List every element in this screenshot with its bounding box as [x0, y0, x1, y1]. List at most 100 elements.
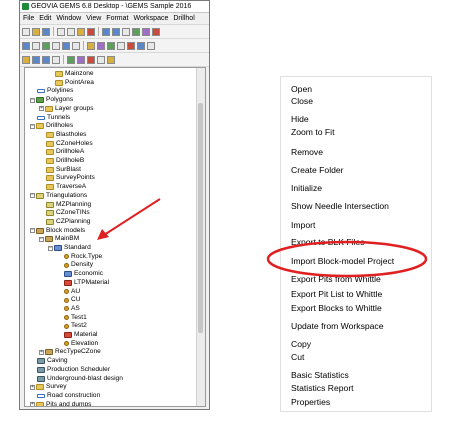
tree-node[interactable]: DrillholeA [46, 148, 84, 156]
node-icon[interactable] [52, 41, 60, 50]
expand-icon[interactable]: + [39, 106, 44, 112]
tree-node[interactable]: + Survey [30, 383, 67, 391]
tree-node[interactable]: Elevation [64, 340, 98, 348]
select-icon[interactable] [22, 41, 30, 50]
tree-node[interactable]: − MainBM [39, 235, 79, 243]
menu-item-properties[interactable]: Properties [291, 397, 330, 407]
menu-item-import-block-model-project[interactable]: Import Block-model Project [291, 256, 394, 266]
print-icon[interactable] [122, 27, 130, 36]
tree-scrollbar[interactable] [196, 68, 205, 406]
menu-item-export-pit-list-to-whittle[interactable]: Export Pit List to Whittle [291, 289, 382, 299]
tree-node[interactable]: − Drillholes [30, 122, 73, 130]
redo-icon[interactable] [112, 27, 120, 36]
collapse-icon[interactable]: − [30, 193, 35, 199]
delete-icon[interactable] [87, 27, 95, 36]
menu-item-update-from-workspace[interactable]: Update from Workspace [291, 321, 384, 331]
workspace-tree[interactable]: Mainzone PointArea Polylines − Polygons + Laye… [24, 67, 206, 407]
menu-window[interactable]: Window [56, 15, 81, 22]
filter-icon[interactable] [147, 41, 155, 50]
grid-icon[interactable] [97, 55, 105, 64]
undo-icon[interactable] [102, 27, 110, 36]
light-icon[interactable] [107, 55, 115, 64]
rotate-icon[interactable] [72, 41, 80, 50]
tree-node[interactable]: Caving [37, 357, 68, 365]
view-icon[interactable] [137, 41, 145, 50]
menu-item-export-pits-from-whittle[interactable]: Export Pits from Whittle [291, 274, 381, 284]
clip-icon[interactable] [127, 41, 135, 50]
collapse-icon[interactable]: − [30, 97, 35, 103]
menu-item-statistics-report[interactable]: Statistics Report [291, 383, 354, 393]
zoom-in-icon[interactable] [32, 55, 40, 64]
tree-node[interactable]: SurveyPoints [46, 174, 95, 182]
zoom-out-icon[interactable] [42, 55, 50, 64]
tree-node[interactable]: TraverseA [46, 183, 86, 191]
tree-node[interactable]: Test1 [64, 314, 87, 322]
menu-item-zoom-to-fit[interactable]: Zoom to Fit [291, 127, 334, 137]
line-tool-icon[interactable] [42, 41, 50, 50]
tree-node[interactable]: Test2 [64, 322, 87, 330]
tree-node[interactable]: + RecTypeCZone [39, 348, 101, 356]
menu-item-open[interactable]: Open [291, 84, 312, 94]
new-file-icon[interactable] [22, 27, 30, 36]
section-icon[interactable] [97, 41, 105, 50]
collapse-icon[interactable]: − [39, 236, 44, 242]
triangulate-icon[interactable] [107, 41, 115, 50]
save-icon[interactable] [42, 27, 50, 36]
zoom-extents-icon[interactable] [52, 55, 60, 64]
paste-icon[interactable] [77, 27, 85, 36]
menu-view[interactable]: View [86, 15, 101, 22]
tree-node[interactable]: CZoneHoles [46, 140, 93, 148]
expand-icon[interactable]: + [30, 384, 35, 390]
collapse-icon[interactable]: − [30, 123, 35, 129]
tree-node[interactable]: Economic [64, 270, 103, 278]
tree-node[interactable]: + Layer groups [39, 105, 94, 113]
tree-node[interactable]: − Block models [30, 227, 85, 235]
plane-icon[interactable] [117, 41, 125, 50]
measure-icon[interactable] [87, 41, 95, 50]
properties-icon[interactable] [142, 27, 150, 36]
tree-node[interactable]: Production Scheduler [37, 366, 110, 374]
tree-node[interactable]: + Pits and dumps [30, 401, 91, 406]
tree-node[interactable]: LTPMaterial [64, 279, 109, 287]
tree-node[interactable]: Polylines [37, 87, 73, 95]
tree-node[interactable]: Tunnels [37, 114, 70, 122]
menu-item-hide[interactable]: Hide [291, 114, 309, 124]
menu-item-copy[interactable]: Copy [291, 339, 311, 349]
tree-node[interactable]: Material [64, 331, 97, 339]
tree-node[interactable]: CU [64, 296, 81, 304]
stop-icon[interactable] [152, 27, 160, 36]
expand-icon[interactable]: + [39, 349, 44, 355]
tree-node[interactable]: MZPlanning [46, 201, 91, 209]
menu-item-basic-statistics[interactable]: Basic Statistics [291, 370, 349, 380]
color-icon[interactable] [77, 55, 85, 64]
menu-item-remove[interactable]: Remove [291, 147, 323, 157]
collapse-icon[interactable]: − [48, 245, 53, 251]
tree-node[interactable]: DrillholeB [46, 157, 84, 165]
menu-item-initialize[interactable]: Initialize [291, 183, 322, 193]
menu-item-cut[interactable]: Cut [291, 352, 304, 362]
menu-edit[interactable]: Edit [39, 15, 51, 22]
tree-node[interactable]: PointArea [55, 79, 94, 87]
copy-icon[interactable] [67, 27, 75, 36]
menu-item-export-blocks-to-whittle[interactable]: Export Blocks to Whittle [291, 303, 382, 313]
refresh-icon[interactable] [132, 27, 140, 36]
open-folder-icon[interactable] [32, 27, 40, 36]
menu-file[interactable]: File [23, 15, 34, 22]
menu-workspace[interactable]: Workspace [133, 15, 168, 22]
tree-node[interactable]: AU [64, 288, 80, 296]
tree-node[interactable]: CZoneTINs [46, 209, 90, 217]
tree-node[interactable]: Underground-blast design [37, 375, 123, 383]
menu-drillholes[interactable]: Drillhol [173, 15, 194, 22]
tree-node[interactable]: − Polygons [30, 96, 73, 104]
move-icon[interactable] [62, 41, 70, 50]
tree-node[interactable]: Density [64, 261, 93, 269]
menu-format[interactable]: Format [106, 15, 128, 22]
collapse-icon[interactable]: − [30, 228, 35, 234]
menu-item-close[interactable]: Close [291, 96, 313, 106]
expand-icon[interactable]: + [30, 402, 35, 406]
pan-icon[interactable] [22, 55, 30, 64]
scrollbar-thumb[interactable] [198, 103, 203, 333]
cut-icon[interactable] [57, 27, 65, 36]
tree-node[interactable]: Rock.Type [64, 253, 102, 261]
tree-node[interactable]: CZPlanning [46, 218, 90, 226]
